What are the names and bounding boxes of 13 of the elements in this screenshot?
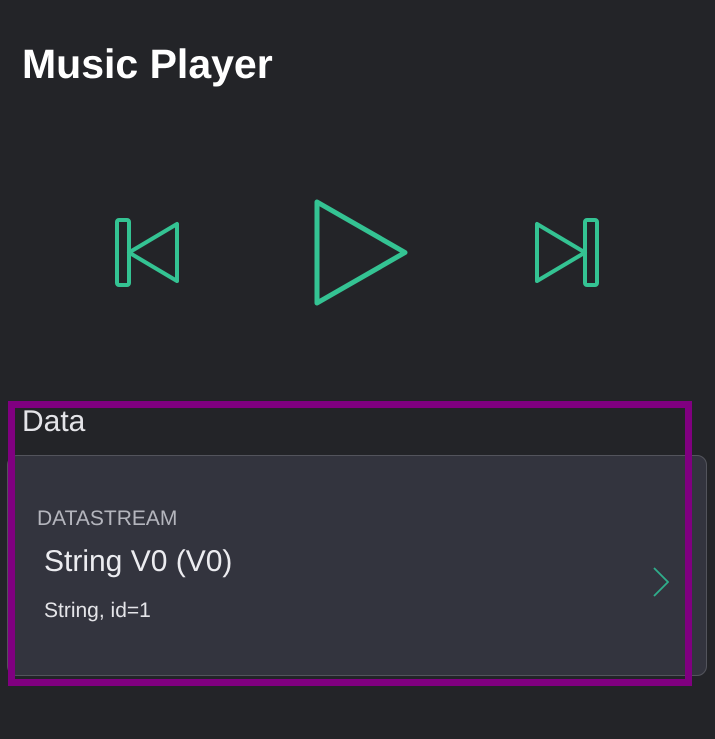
next-track-button[interactable] [534, 218, 599, 287]
datastream-name: String V0 (V0) [44, 545, 232, 579]
previous-track-button[interactable] [115, 218, 180, 287]
chevron-right-icon [653, 567, 669, 597]
skip-forward-icon [534, 218, 599, 287]
section-title: Data [22, 406, 86, 438]
datastream-detail: String, id=1 [44, 599, 151, 623]
datastream-card[interactable]: DATASTREAM String V0 (V0) String, id=1 [7, 455, 707, 676]
skip-back-icon [115, 218, 180, 287]
page-title: Music Player [22, 40, 273, 88]
play-icon [314, 199, 408, 306]
play-button[interactable] [314, 199, 408, 306]
datastream-label: DATASTREAM [37, 507, 178, 531]
